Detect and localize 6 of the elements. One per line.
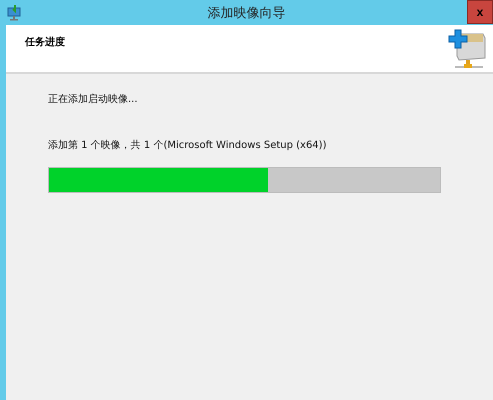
status-text: 正在添加启动映像... (48, 92, 139, 106)
computer-icon (6, 4, 22, 20)
close-button[interactable]: x (467, 0, 493, 24)
window-title: 添加映像向导 (208, 4, 286, 22)
detail-text: 添加第 1 个映像，共 1 个(Microsoft Windows Setup (x64)) (48, 138, 328, 152)
page-heading: 任务进度 (25, 35, 65, 50)
